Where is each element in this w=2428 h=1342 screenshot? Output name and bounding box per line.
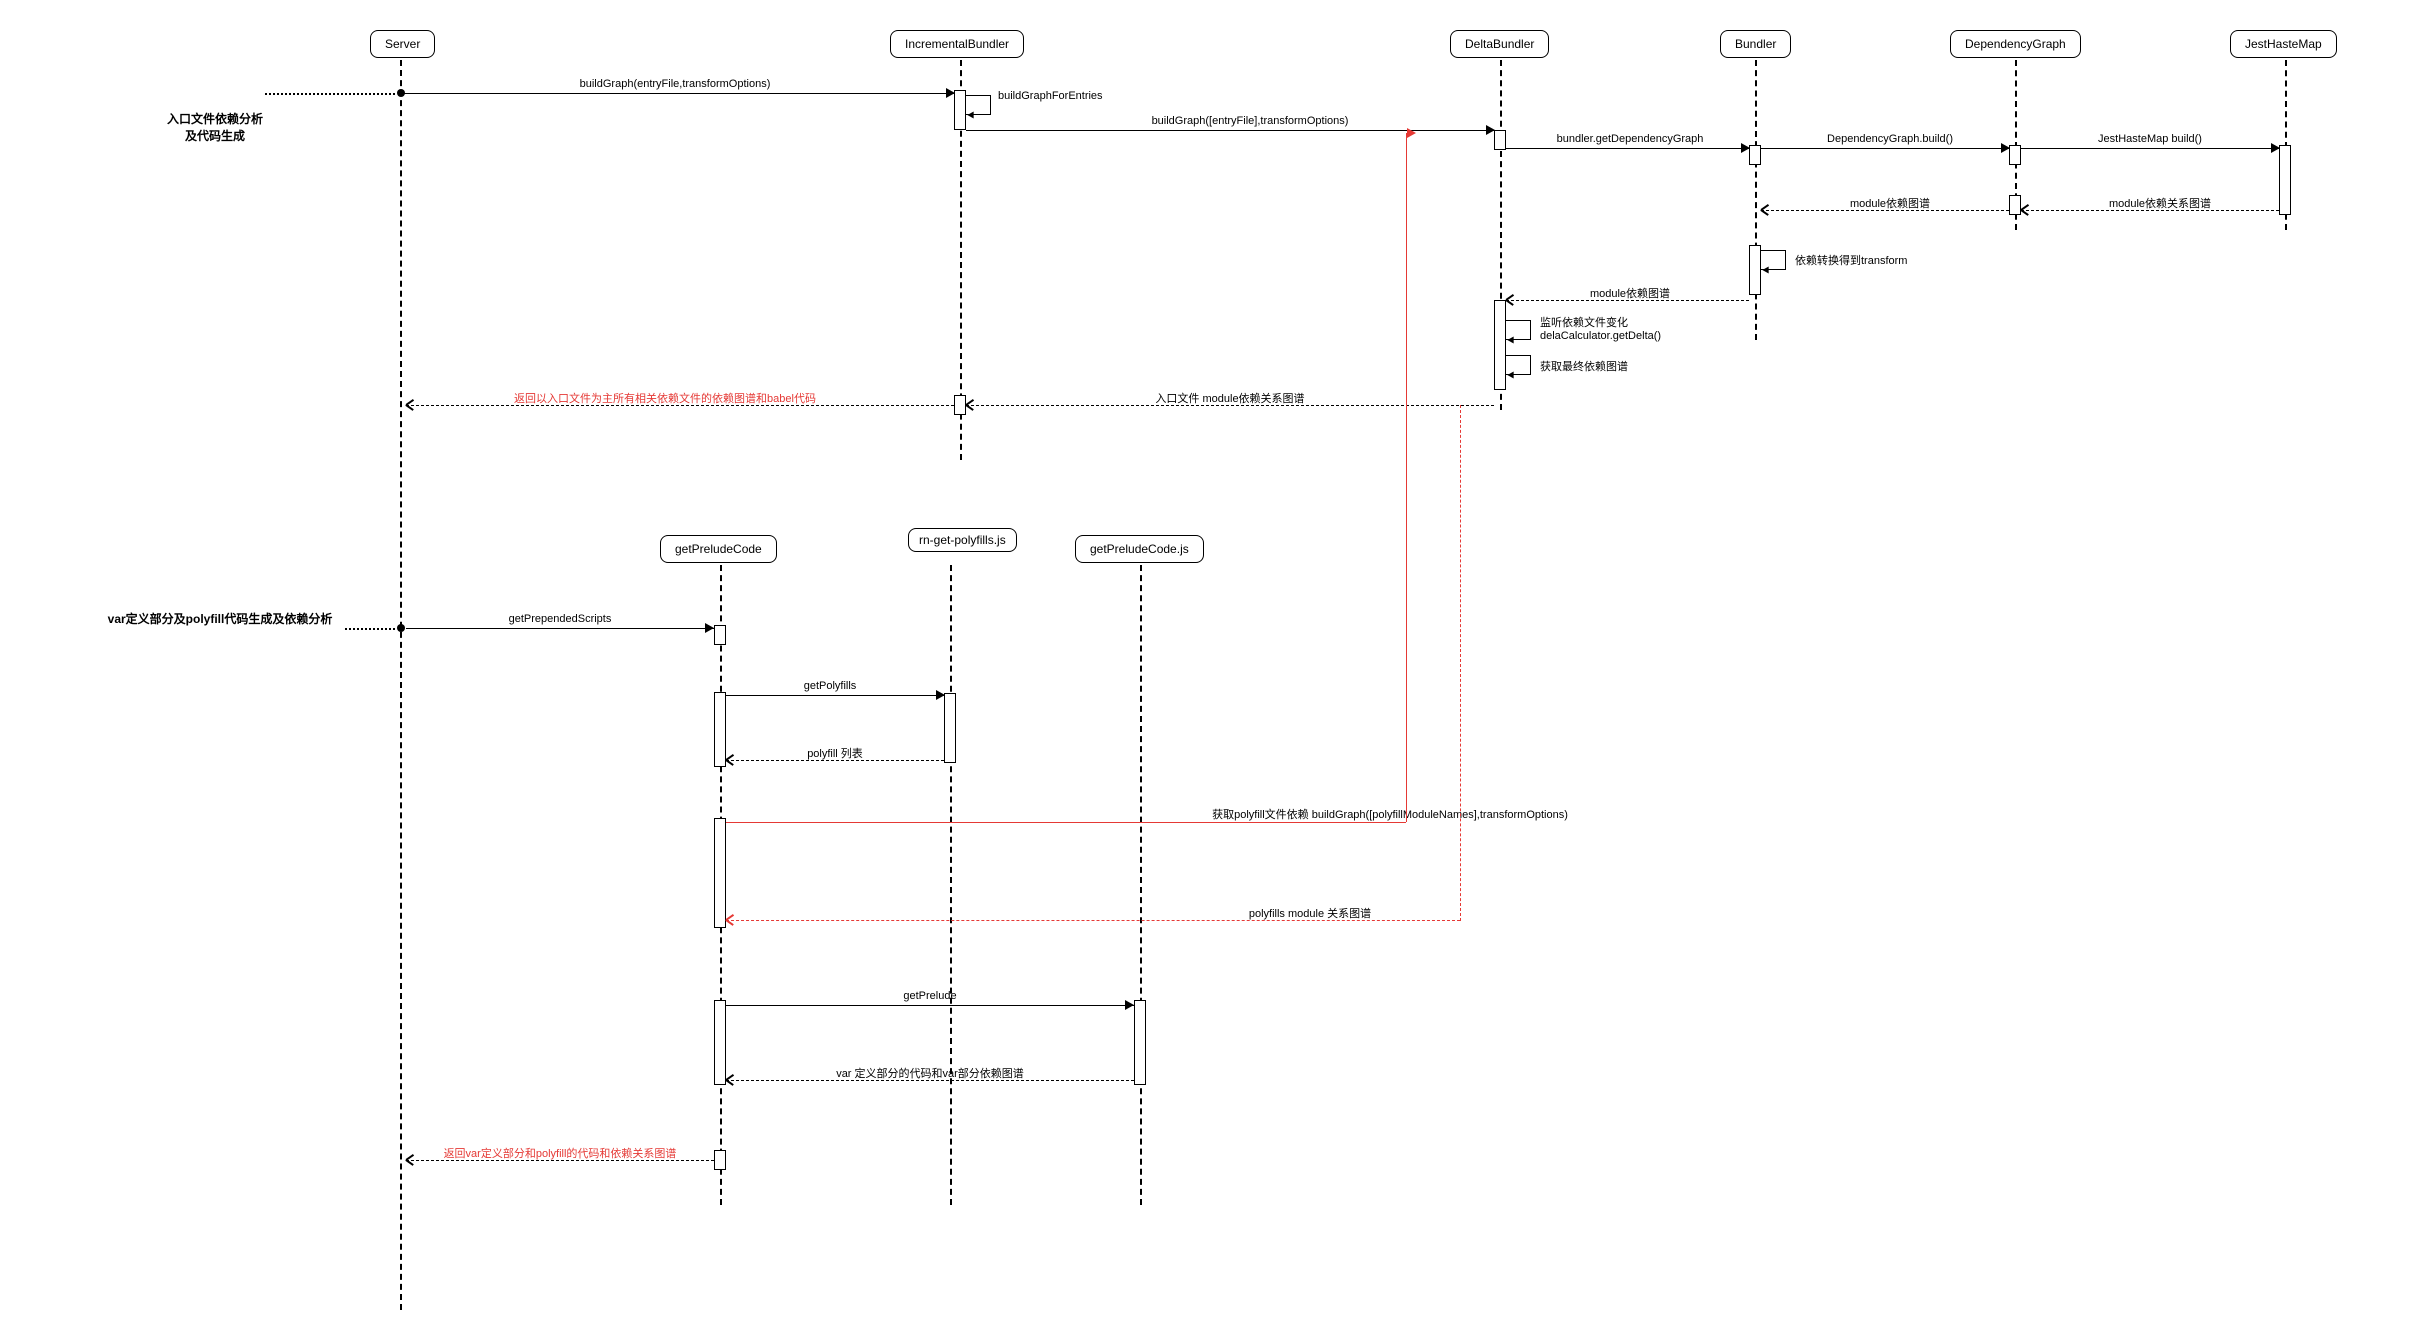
lifeline-bundler xyxy=(1755,60,1757,340)
label-dela-calc: delaCalculator.getDelta() xyxy=(1540,330,1661,342)
label-get-dep-graph: bundler.getDependencyGraph xyxy=(1530,133,1730,145)
msg-get-dep-graph xyxy=(1506,148,1750,149)
label-dep-transform: 依赖转换得到transform xyxy=(1795,252,1907,268)
participant-incremental-bundler: IncrementalBundler xyxy=(890,30,1024,58)
lifeline-get-prelude-code-js xyxy=(1140,565,1142,1205)
msg-get-polyfill-dep xyxy=(726,822,1406,823)
arrowhead-icon xyxy=(406,1155,416,1165)
msg-get-prelude xyxy=(726,1005,1134,1006)
label-polyfills-module: polyfills module 关系图谱 xyxy=(1200,905,1420,921)
section1-connector xyxy=(265,93,395,95)
participant-bundler: Bundler xyxy=(1720,30,1791,58)
label-entry-module-dep: 入口文件 module依赖关系图谱 xyxy=(1100,390,1360,406)
label-get-prelude: getPrelude xyxy=(870,990,990,1002)
label-get-polyfills: getPolyfills xyxy=(770,680,890,692)
activation-prelude-2 xyxy=(714,692,726,767)
section2-connector xyxy=(345,628,395,630)
arrowhead-icon xyxy=(726,1075,736,1085)
arrowhead-red-icon xyxy=(1407,128,1416,138)
msg-jest-haste-build xyxy=(2021,148,2280,149)
label-module-dep-2: module依赖图谱 xyxy=(1560,285,1700,301)
participant-rn-get-polyfills: rn-get-polyfills.js xyxy=(908,528,1017,552)
label-get-prepended: getPrependedScripts xyxy=(460,613,660,625)
arrowhead-icon xyxy=(1125,1000,1134,1010)
activation-prelude-4 xyxy=(714,1000,726,1085)
activation-prelude-5 xyxy=(714,1150,726,1170)
label-module-dep-rel: module依赖关系图谱 xyxy=(2080,195,2240,211)
activation-prelude-js xyxy=(1134,1000,1146,1085)
activation-bundler-1 xyxy=(1749,145,1761,165)
label-dep-graph-build: DependencyGraph.build() xyxy=(1800,133,1980,145)
arrowhead-icon xyxy=(726,755,736,765)
activation-dep-graph-1 xyxy=(2009,145,2021,165)
msg-build-graph-1 xyxy=(400,93,955,94)
msg-dep-graph-build xyxy=(1761,148,2010,149)
participant-server: Server xyxy=(370,30,435,58)
arrowhead-icon xyxy=(1762,267,1768,274)
participant-jest-haste-map: JestHasteMap xyxy=(2230,30,2337,58)
label-return-var: 返回var定义部分和polyfill的代码和依赖关系图谱 xyxy=(420,1145,700,1161)
activation-bundler-2 xyxy=(1749,245,1761,295)
participant-get-prelude-code: getPreludeCode xyxy=(660,535,777,563)
participant-get-prelude-code-js: getPreludeCode.js xyxy=(1075,535,1204,563)
participant-delta-bundler: DeltaBundler xyxy=(1450,30,1549,58)
arrowhead-icon xyxy=(967,112,973,119)
arrowhead-icon xyxy=(2021,205,2031,215)
activation-prelude-3 xyxy=(714,818,726,928)
arrowhead-icon xyxy=(406,400,416,410)
arrowhead-icon xyxy=(966,400,976,410)
msg-get-polyfills xyxy=(726,695,944,696)
label-build-graph-entries: buildGraphForEntries xyxy=(998,90,1103,102)
activation-prelude-1 xyxy=(714,625,726,645)
label-module-dep: module依赖图谱 xyxy=(1820,195,1960,211)
section-label-1: 入口文件依赖分析及代码生成 xyxy=(165,110,265,144)
activation-inc-bundler-1 xyxy=(954,90,966,130)
arrowhead-icon xyxy=(1507,337,1513,344)
vline-red-down xyxy=(1460,405,1461,921)
arrowhead-icon xyxy=(705,623,714,633)
label-listen-dep: 监听依赖文件变化 xyxy=(1540,314,1628,330)
activation-inc-bundler-2 xyxy=(954,395,966,415)
label-polyfill-list: polyfill 列表 xyxy=(780,745,890,761)
vline-red-up xyxy=(1406,133,1407,822)
arrowhead-icon xyxy=(1761,205,1771,215)
lifeline-rn-get-polyfills xyxy=(950,565,952,1205)
label-var-def-code: var 定义部分的代码和var部分依赖图谱 xyxy=(790,1065,1070,1081)
activation-delta-2 xyxy=(1494,300,1506,390)
label-return-entry: 返回以入口文件为主所有相关依赖文件的依赖图谱和babel代码 xyxy=(440,390,890,406)
section-label-2: var定义部分及polyfill代码生成及依赖分析 xyxy=(95,610,345,627)
activation-jest-haste xyxy=(2279,145,2291,215)
label-get-polyfill-dep: 获取polyfill文件依赖 buildGraph([polyfillModul… xyxy=(1140,806,1640,822)
participant-dependency-graph: DependencyGraph xyxy=(1950,30,2081,58)
section2-dot xyxy=(397,624,405,632)
label-build-graph-1: buildGraph(entryFile,transformOptions) xyxy=(500,78,850,90)
label-build-graph-2: buildGraph([entryFile],transformOptions) xyxy=(1050,115,1450,127)
label-jest-haste-build: JestHasteMap build() xyxy=(2060,133,2240,145)
activation-delta-1 xyxy=(1494,130,1506,150)
label-get-final-dep: 获取最终依赖图谱 xyxy=(1540,358,1628,374)
activation-dep-graph-2 xyxy=(2009,195,2021,215)
activation-rn-polyfills xyxy=(944,693,956,763)
arrowhead-icon xyxy=(1506,295,1516,305)
arrowhead-icon xyxy=(1507,372,1513,379)
lifeline-server xyxy=(400,60,402,1310)
arrowhead-red-icon xyxy=(726,915,736,925)
msg-get-prepended xyxy=(406,628,714,629)
